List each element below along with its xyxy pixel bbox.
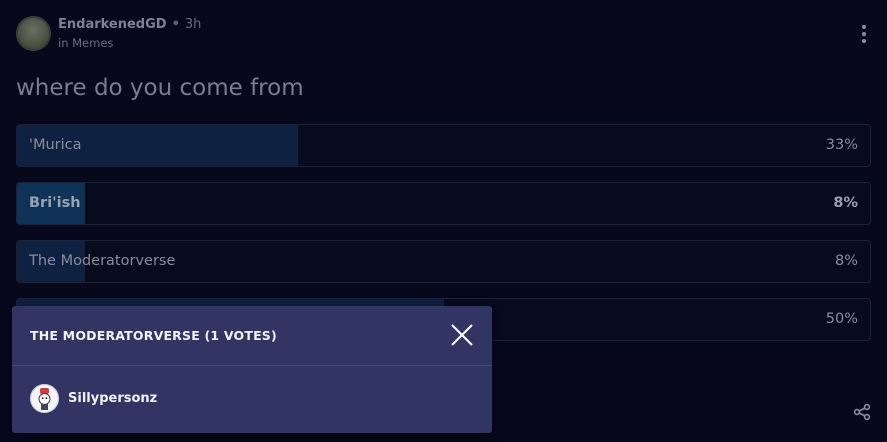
modal-title: THE MODERATORVERSE (1 VOTES) [30,328,277,343]
share-icon[interactable] [853,403,871,421]
author-name[interactable]: EndarkenedGD [58,17,167,32]
post-title: where do you come from [16,75,304,101]
poll-option-briish[interactable]: Bri'ish 8% [16,182,871,225]
close-icon[interactable] [449,322,475,348]
modal-divider [12,365,492,366]
community-link[interactable]: in Memes [58,36,113,50]
poll-option-label: The Moderatorverse [29,253,176,269]
voter-item[interactable]: Sillypersonz [30,384,330,414]
poll-option-label: Bri'ish [29,195,81,211]
poll-option-label: 'Murica [29,137,82,153]
separator-dot: • [171,17,180,32]
poll-option-percent: 8% [834,253,858,269]
poll-option-percent: 50% [825,311,858,327]
post-time: 3h [184,17,202,32]
poll-option-percent: 33% [825,137,858,153]
poll-option-percent: 8% [833,195,858,211]
poll-option-murica[interactable]: 'Murica 33% [16,124,871,167]
voter-name: Sillypersonz [68,391,158,406]
author-line: EndarkenedGD • 3h [58,17,201,32]
poll-option-moderatorverse[interactable]: The Moderatorverse 8% [16,240,871,283]
voters-modal: THE MODERATORVERSE (1 VOTES) Sillyperson… [12,306,492,433]
author-avatar[interactable] [16,16,51,51]
post-header: EndarkenedGD • 3h in Memes [16,15,876,53]
kebab-menu-icon[interactable] [862,25,866,43]
voter-avatar [30,384,59,413]
